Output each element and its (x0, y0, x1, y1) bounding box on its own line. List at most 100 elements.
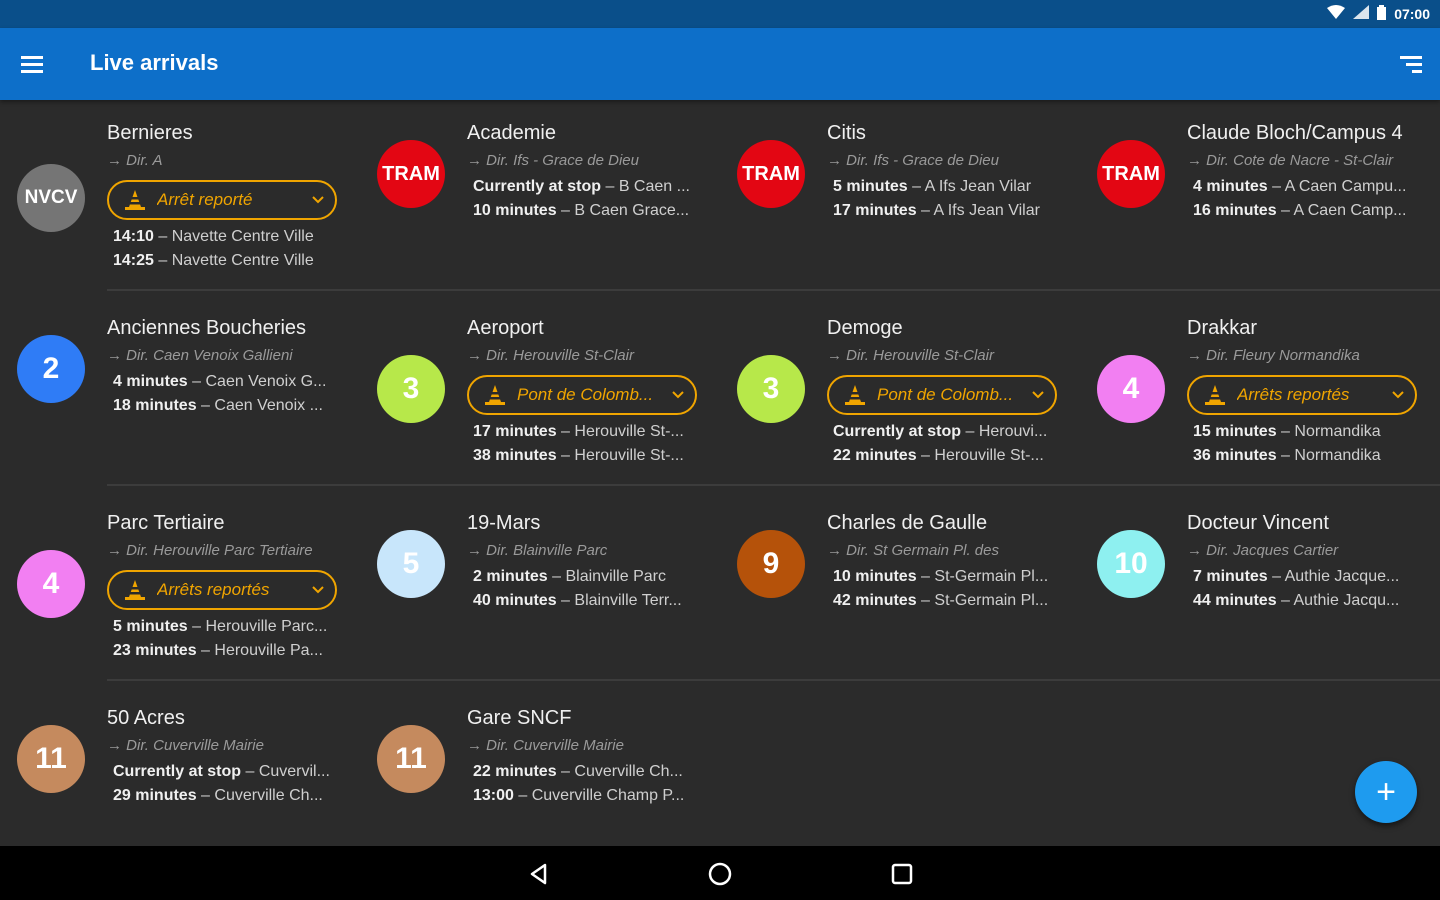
alert-label: Pont de Colomb... (517, 385, 654, 404)
stop-card[interactable]: 2 Anciennes Boucheries → Dir. Caen Venoix … (0, 295, 360, 490)
line-badge: TRAM (737, 140, 805, 208)
arrival-line: 7 minutes – Authie Jacque... (1193, 568, 1418, 586)
separator: – (907, 178, 925, 195)
separator: – (1267, 178, 1285, 195)
disruption-alert-dropdown[interactable]: Arrêts reportés (107, 570, 337, 610)
stop-card[interactable]: 5 19-Mars → Dir. Blainville Parc 2 minutes … (360, 490, 720, 685)
arrival-destination: A Ifs Jean Vilar (924, 178, 1032, 195)
stop-card[interactable]: 4 Drakkar → Dir. Fleury Normandika Arrêts r… (1080, 295, 1440, 490)
stop-direction: → Dir. Blainville Parc (467, 542, 608, 559)
arrival-time: 42 minutes (833, 592, 917, 609)
separator: – (187, 373, 206, 390)
wifi-icon (1327, 5, 1346, 23)
line-badge: 4 (17, 550, 85, 618)
alert-label: Pont de Colomb... (877, 385, 1014, 404)
arrival-destination: B Caen ... (618, 178, 690, 195)
arrival-destination: Authie Jacque... (1284, 568, 1400, 585)
stop-card[interactable]: 3 Aeroport → Dir. Herouville St-Clair Pont … (360, 295, 720, 490)
arrival-destination: Normandika (1294, 447, 1381, 464)
arrival-line: 17 minutes – A Ifs Jean Vilar (833, 202, 1058, 220)
line-badge: 3 (377, 355, 445, 423)
menu-icon[interactable] (16, 48, 48, 80)
arrival-line: 13:00 – Cuverville Champ P... (473, 787, 698, 805)
arrival-destination: Caen Venoix ... (214, 397, 323, 414)
chevron-down-icon (671, 387, 685, 403)
arrival-destination: Herouville St-... (934, 447, 1044, 464)
stop-direction: → Dir. Herouville St-Clair (467, 347, 634, 364)
stop-direction: → Dir. Cote de Nacre - St-Clair (1187, 152, 1394, 169)
arrival-destination: Herouvi... (978, 423, 1048, 440)
arrival-destination: Herouville St-... (574, 447, 684, 464)
arrival-time: 44 minutes (1193, 592, 1277, 609)
arrival-destination: A Caen Camp... (1293, 202, 1407, 219)
stop-direction: → Dir. Ifs - Grace de Dieu (827, 152, 999, 169)
separator: – (1276, 202, 1294, 219)
chevron-down-icon (1031, 387, 1045, 403)
arrival-time: 13:00 (473, 787, 514, 804)
arrival-line: 18 minutes – Caen Venoix ... (113, 397, 338, 415)
disruption-alert-dropdown[interactable]: Pont de Colomb... (467, 375, 697, 415)
separator: – (961, 423, 979, 440)
separator: – (513, 787, 532, 804)
alert-label: Arrêt reporté (157, 190, 253, 209)
home-icon[interactable] (707, 861, 733, 887)
stop-card[interactable]: 3 Demoge → Dir. Herouville St-Clair Pont de… (720, 295, 1080, 490)
stop-direction: → Dir. Jacques Cartier (1187, 542, 1339, 559)
arrival-time: Currently at stop (113, 763, 242, 780)
stop-card[interactable]: 9 Charles de Gaulle → Dir. St Germain Pl. … (720, 490, 1080, 685)
stop-card[interactable]: 4 Parc Tertiaire → Dir. Herouville Parc Te… (0, 490, 360, 685)
app-bar: Live arrivals (0, 28, 1440, 100)
separator: – (916, 568, 935, 585)
stop-direction: → Dir. Herouville Parc Tertiaire (107, 542, 313, 559)
arrival-destination: Herouville Parc... (205, 618, 328, 635)
arrival-destination: Cuvervil... (258, 763, 330, 780)
stop-card[interactable]: NVCV Bernieres → Dir. A Arrêt reporté 14:10 … (0, 100, 360, 295)
arrival-time: 40 minutes (473, 592, 557, 609)
line-badge: 5 (377, 530, 445, 598)
add-stop-button[interactable]: + (1355, 761, 1417, 823)
stop-name: Charles de Gaulle (827, 512, 988, 534)
arrival-time: 4 minutes (1193, 178, 1268, 195)
arrival-line: 4 minutes – A Caen Campu... (1193, 178, 1418, 196)
separator: – (916, 447, 935, 464)
arrival-line: 40 minutes – Blainville Terr... (473, 592, 698, 610)
arrival-line: 15 minutes – Normandika (1193, 423, 1418, 441)
chevron-down-icon (311, 582, 325, 598)
sort-icon[interactable] (1398, 52, 1424, 76)
line-badge: 9 (737, 530, 805, 598)
stop-card[interactable]: TRAM Academie → Dir. Ifs - Grace de Dieu Cu… (360, 100, 720, 295)
stop-card[interactable]: 10 Docteur Vincent → Dir. Jacques Cartier 7… (1080, 490, 1440, 685)
arrival-time: 23 minutes (113, 642, 197, 659)
stop-name: Parc Tertiaire (107, 512, 225, 534)
chevron-down-icon (1391, 387, 1405, 403)
stop-name: Claude Bloch/Campus 4 (1187, 122, 1403, 144)
arrival-destination: Herouville St-... (574, 423, 684, 440)
stop-card[interactable]: 11 Gare SNCF → Dir. Cuverville Mairie 22 mi… (360, 685, 720, 846)
stop-card[interactable]: TRAM Claude Bloch/Campus 4 → Dir. Cote de … (1080, 100, 1440, 295)
disruption-alert-dropdown[interactable]: Arrêt reporté (107, 180, 337, 220)
back-icon[interactable] (526, 861, 552, 887)
add-icon: + (1376, 772, 1396, 811)
disruption-alert-dropdown[interactable]: Arrêts reportés (1187, 375, 1417, 415)
traffic-cone-icon (485, 385, 505, 405)
arrival-time: 14:10 (113, 228, 154, 245)
stop-card[interactable]: 11 50 Acres → Dir. Cuverville Mairie Curren… (0, 685, 360, 846)
separator: – (556, 592, 575, 609)
alert-label: Arrêts reportés (1237, 385, 1350, 404)
separator: – (1276, 592, 1294, 609)
stop-card[interactable]: TRAM Citis → Dir. Ifs - Grace de Dieu 5 min… (720, 100, 1080, 295)
line-badge: 11 (377, 725, 445, 793)
stop-direction: → Dir. A (107, 152, 163, 169)
disruption-alert-dropdown[interactable]: Pont de Colomb... (827, 375, 1057, 415)
arrival-time: Currently at stop (473, 178, 602, 195)
recents-icon[interactable] (889, 861, 915, 887)
line-badge: 2 (17, 335, 85, 403)
arrival-time: 10 minutes (833, 568, 917, 585)
stop-name: Anciennes Boucheries (107, 317, 307, 339)
arrival-time: 2 minutes (473, 568, 548, 585)
arrival-line: 4 minutes – Caen Venoix G... (113, 373, 338, 391)
arrival-line: 22 minutes – Herouville St-... (833, 447, 1058, 465)
arrival-line: 36 minutes – Normandika (1193, 447, 1418, 465)
line-badge: TRAM (1097, 140, 1165, 208)
arrival-line: 5 minutes – Herouville Parc... (113, 618, 338, 636)
